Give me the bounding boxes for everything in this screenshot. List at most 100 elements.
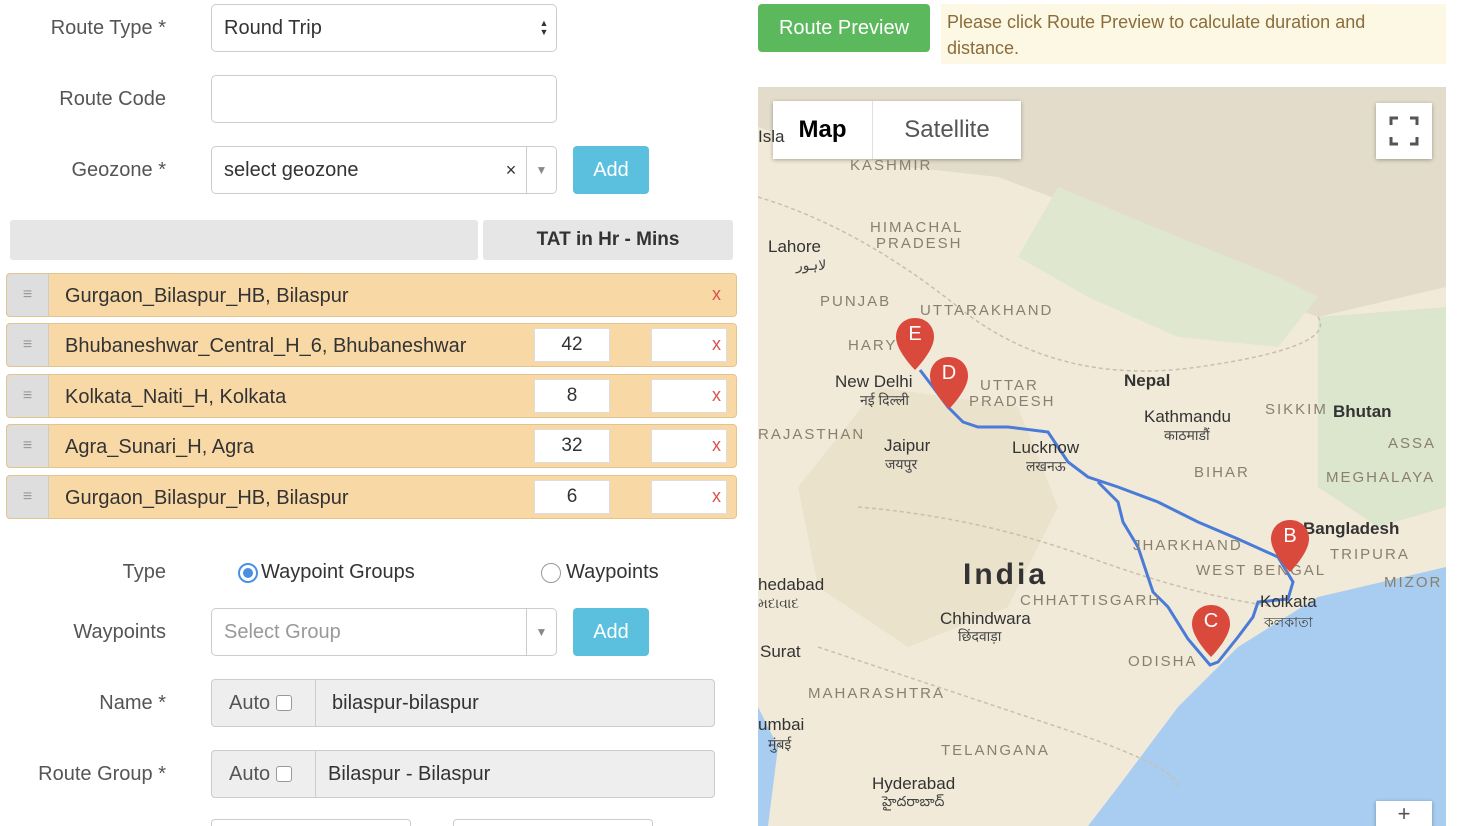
waypoint-row[interactable]: ≡ Gurgaon_Bilaspur_HB, Bilaspur 6 x	[6, 475, 737, 519]
route-type-label: Route Type *	[50, 17, 166, 39]
map-label: Jaipur	[884, 436, 931, 455]
auto-checkbox[interactable]	[276, 766, 293, 782]
waypoint-row[interactable]: ≡ Kolkata_Naiti_H, Kolkata 8 x	[6, 374, 737, 418]
map-label: MEGHALAYA	[1326, 469, 1436, 486]
name-field: Auto bilaspur-bilaspur	[211, 679, 715, 727]
waypoint-group-add-button[interactable]: Add	[573, 608, 649, 656]
map-label: Kathmandu	[1144, 407, 1231, 426]
name-input[interactable]: bilaspur-bilaspur	[316, 680, 714, 726]
map-marker-c[interactable]: C	[1192, 605, 1230, 657]
map-label: BIHAR	[1194, 464, 1250, 481]
route-type-select[interactable]: Round Trip ▲ ▼	[211, 4, 557, 52]
waypoint-row[interactable]: ≡ Gurgaon_Bilaspur_HB, Bilaspur x	[6, 273, 737, 317]
geozone-placeholder: select geozone	[224, 158, 359, 181]
remove-waypoint-button[interactable]: x	[712, 385, 721, 406]
waypoints-radio[interactable]	[541, 563, 561, 583]
map-type-control: Map Satellite	[773, 101, 1021, 159]
clear-icon[interactable]: ×	[496, 160, 526, 181]
map-label: Chhindwara	[940, 609, 1031, 628]
map-marker-b[interactable]: B	[1271, 520, 1309, 572]
route-group-input[interactable]: Bilaspur - Bilaspur	[316, 751, 714, 797]
geozone-add-button[interactable]: Add	[573, 146, 649, 194]
route-group-auto-toggle[interactable]: Auto	[212, 751, 316, 797]
remove-waypoint-button[interactable]: x	[712, 284, 721, 305]
remove-waypoint-button[interactable]: x	[712, 435, 721, 456]
map-label: छिंदवाड़ा	[958, 628, 1002, 644]
next-field-partial	[453, 819, 653, 826]
map-label: Isla	[758, 127, 785, 146]
tab-map[interactable]: Map	[773, 101, 873, 159]
map-label: મદાવાદ	[758, 595, 800, 611]
drag-handle-icon[interactable]: ≡	[7, 476, 49, 518]
tab-satellite[interactable]: Satellite	[873, 101, 1021, 159]
route-preview-button[interactable]: Route Preview	[758, 4, 930, 52]
map-label: Lucknow	[1012, 438, 1080, 457]
geozone-select[interactable]: select geozone × ▼	[211, 146, 557, 194]
map-label: SIKKIM	[1265, 401, 1328, 418]
route-map[interactable]: Map Satellite + Isla KASHMIR HIMACHAL PR…	[758, 87, 1446, 826]
auto-label: Auto	[229, 691, 271, 714]
auto-checkbox[interactable]	[276, 695, 293, 711]
map-marker-e[interactable]: E	[896, 318, 934, 370]
fullscreen-icon	[1389, 116, 1419, 146]
map-label: RAJASTHAN	[758, 426, 866, 443]
select-arrows-icon: ▲ ▼	[539, 18, 549, 37]
waypoint-groups-radio[interactable]	[238, 563, 258, 583]
route-group-field: Auto Bilaspur - Bilaspur	[211, 750, 715, 798]
name-label: Name *	[99, 692, 166, 714]
map-label: नई दिल्ली	[860, 392, 910, 408]
map-label: HARY	[848, 337, 898, 354]
remove-waypoint-button[interactable]: x	[712, 486, 721, 507]
map-label: ASSA	[1388, 435, 1437, 452]
tat-hours-input[interactable]: 6	[534, 480, 610, 514]
map-label: umbai	[758, 715, 805, 734]
route-code-input[interactable]	[211, 75, 557, 123]
next-field-partial	[211, 819, 411, 826]
route-code-label: Route Code	[59, 88, 166, 110]
map-label: MAHARASHTRA	[808, 685, 946, 702]
map-marker-d[interactable]: D	[930, 357, 968, 409]
fullscreen-button[interactable]	[1376, 103, 1432, 159]
map-label: ODISHA	[1128, 653, 1198, 670]
waypoint-groups-radio-label[interactable]: Waypoint Groups	[261, 561, 415, 584]
waypoint-group-select[interactable]: Select Group ▼	[211, 608, 557, 656]
marker-label: D	[941, 362, 957, 384]
tat-hours-input[interactable]: 32	[534, 429, 610, 463]
waypoint-name: Agra_Sunari_H, Agra	[65, 436, 255, 458]
map-label: KASHMIR	[850, 157, 933, 174]
map-label: मुंबई	[768, 736, 792, 752]
map-label: hedabad	[758, 575, 825, 594]
route-preview-notice: Please click Route Preview to calculate …	[941, 4, 1446, 64]
remove-waypoint-button[interactable]: x	[712, 334, 721, 355]
map-label: TRIPURA	[1330, 546, 1410, 563]
chevron-down-icon[interactable]: ▼	[526, 147, 556, 193]
map-label: কলকাতা	[1264, 614, 1313, 630]
waypoint-name: Kolkata_Naiti_H, Kolkata	[65, 386, 287, 408]
map-label: काठमाडौं	[1164, 427, 1210, 443]
type-label: Type	[122, 561, 166, 583]
zoom-in-button[interactable]: +	[1376, 801, 1432, 826]
tat-hours-input[interactable]: 42	[534, 328, 610, 362]
waypoints-radio-label[interactable]: Waypoints	[566, 561, 659, 584]
map-label: హైదరాబాద్	[882, 793, 945, 809]
tat-hours-input[interactable]: 8	[534, 379, 610, 413]
route-group-label: Route Group *	[38, 763, 166, 785]
table-header-tat: TAT in Hr - Mins	[483, 220, 733, 260]
map-label: JHARKHAND	[1133, 537, 1243, 554]
drag-handle-icon[interactable]: ≡	[7, 425, 49, 467]
waypoint-row[interactable]: ≡ Bhubaneshwar_Central_H_6, Bhubaneshwar…	[6, 323, 737, 367]
map-label: Bhutan	[1333, 402, 1392, 421]
waypoint-row[interactable]: ≡ Agra_Sunari_H, Agra 32 x	[6, 424, 737, 468]
drag-handle-icon[interactable]: ≡	[7, 324, 49, 366]
chevron-down-icon[interactable]: ▼	[526, 609, 556, 655]
map-label: HIMACHAL	[870, 219, 964, 236]
waypoint-name: Bhubaneshwar_Central_H_6, Bhubaneshwar	[65, 335, 467, 357]
waypoint-name: Gurgaon_Bilaspur_HB, Bilaspur	[65, 285, 349, 307]
map-label: Nepal	[1124, 371, 1171, 390]
route-type-value: Round Trip	[224, 16, 322, 39]
name-auto-toggle[interactable]: Auto	[212, 680, 316, 726]
drag-handle-icon[interactable]: ≡	[7, 375, 49, 417]
drag-handle-icon[interactable]: ≡	[7, 274, 49, 316]
map-label: TELANGANA	[941, 742, 1050, 759]
marker-label: C	[1203, 610, 1219, 632]
